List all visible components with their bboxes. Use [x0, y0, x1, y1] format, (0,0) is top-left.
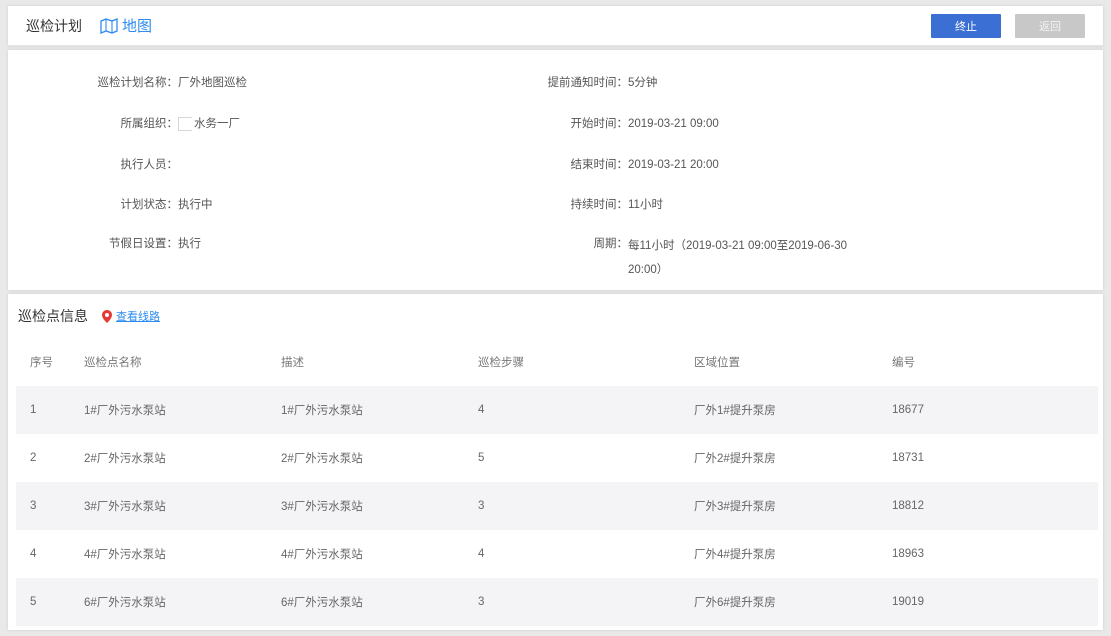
cell-code: 18731 [892, 452, 924, 464]
cell-area: 厂外4#提升泵房 [694, 549, 776, 561]
info-row-start-time: 开始时间： 2019-03-21 09:00 [508, 114, 719, 134]
view-route-link[interactable]: 查看线路 [102, 308, 160, 324]
info-label: 所属组织： [120, 118, 179, 130]
info-label: 持续时间： [570, 199, 629, 211]
info-label: 开始时间： [570, 118, 629, 130]
table-header-row: 序号 巡检点名称 描述 巡检步骤 区域位置 编号 [16, 338, 1098, 386]
points-title: 巡检点信息 [18, 308, 88, 324]
cell-name: 3#厂外污水泵站 [70, 482, 267, 530]
cell-code: 18677 [878, 386, 1098, 434]
cell-name: 2#厂外污水泵站 [84, 453, 166, 465]
map-link[interactable]: 地图 [100, 15, 152, 36]
table-row[interactable]: 1 1#厂外污水泵站 1#厂外污水泵站 4 厂外1#提升泵房 18677 [16, 386, 1098, 434]
info-label: 执行人员： [120, 159, 179, 171]
cell-description: 4#厂外污水泵站 [281, 549, 363, 561]
cell-index: 1 [16, 386, 70, 434]
page-header: 巡检计划 地图 终止 返回 [8, 6, 1103, 46]
page-title: 巡检计划 [26, 17, 82, 34]
table-row[interactable]: 4 4#厂外污水泵站 4#厂外污水泵站 4 厂外4#提升泵房 18963 [16, 530, 1098, 578]
cell-area: 厂外6#提升泵房 [680, 578, 878, 626]
notice-time-value: 5分钟 [628, 77, 658, 89]
info-label: 节假日设置： [109, 238, 178, 250]
duration-value: 11小时 [628, 199, 663, 211]
plan-status-value: 执行中 [178, 199, 213, 211]
cell-area: 厂外2#提升泵房 [694, 453, 776, 465]
cell-area: 厂外3#提升泵房 [680, 482, 878, 530]
return-button[interactable]: 返回 [1015, 13, 1085, 38]
map-icon [100, 17, 118, 34]
table-row[interactable]: 2 2#厂外污水泵站 2#厂外污水泵站 5 厂外2#提升泵房 18731 [16, 434, 1098, 482]
info-label: 计划状态： [120, 199, 179, 211]
info-row-holiday: 节假日设置： 执行 [8, 234, 201, 254]
info-row-cycle: 周期： 每11小时（2019-03-21 09:00至2019-06-30 20… [508, 234, 878, 282]
points-table: 序号 巡检点名称 描述 巡检步骤 区域位置 编号 1 1#厂外污水泵站 1#厂外… [16, 338, 1098, 626]
cell-index: 3 [16, 482, 70, 530]
cell-index: 5 [16, 578, 70, 626]
info-row-executor: 执行人员： [8, 155, 179, 175]
map-link-label: 地图 [122, 18, 153, 35]
inspection-points-section: 巡检点信息 查看线路 序号 巡检点名称 描述 巡检步骤 区域位置 编号 1 1#… [8, 294, 1103, 630]
info-row-plan-name: 巡检计划名称： 厂外地图巡检 [8, 73, 248, 93]
cell-steps: 3 [464, 578, 680, 626]
column-header-name: 巡检点名称 [84, 357, 142, 369]
cycle-value: 每11小时（2019-03-21 09:00至2019-06-30 20:00） [628, 240, 848, 276]
holiday-value: 执行 [178, 238, 201, 250]
header-actions: 终止 返回 [931, 13, 1085, 38]
cell-code: 19019 [878, 578, 1098, 626]
cell-description: 6#厂外污水泵站 [267, 578, 464, 626]
plan-info-section: 巡检计划名称： 厂外地图巡检 所属组织： 水务一厂 执行人员： 计划状态： 执行… [8, 50, 1103, 290]
column-header-code: 编号 [892, 357, 915, 369]
cell-description: 3#厂外污水泵站 [267, 482, 464, 530]
plan-name-value: 厂外地图巡检 [178, 77, 247, 89]
end-time-value: 2019-03-21 20:00 [628, 159, 719, 171]
cell-name: 6#厂外污水泵站 [70, 578, 267, 626]
info-label: 巡检计划名称： [97, 77, 179, 89]
redacted-mark [178, 116, 192, 131]
info-row-plan-status: 计划状态： 执行中 [8, 195, 213, 215]
stop-button[interactable]: 终止 [931, 13, 1001, 38]
cell-name: 4#厂外污水泵站 [84, 549, 166, 561]
info-row-duration: 持续时间： 11小时 [508, 195, 663, 215]
cell-description: 1#厂外污水泵站 [267, 386, 464, 434]
info-label: 提前通知时间： [547, 77, 629, 89]
cell-index: 2 [30, 452, 37, 464]
cell-code: 18963 [892, 548, 924, 560]
location-pin-icon [102, 309, 112, 323]
cell-steps: 5 [478, 452, 485, 464]
cell-index: 4 [30, 548, 37, 560]
cell-name: 1#厂外污水泵站 [70, 386, 267, 434]
info-row-organization: 所属组织： 水务一厂 [8, 114, 240, 134]
points-header: 巡检点信息 查看线路 [8, 294, 1103, 338]
cell-description: 2#厂外污水泵站 [281, 453, 363, 465]
info-row-notice-time: 提前通知时间： 5分钟 [508, 73, 658, 93]
info-row-end-time: 结束时间： 2019-03-21 20:00 [508, 155, 719, 175]
start-time-value: 2019-03-21 09:00 [628, 118, 719, 130]
column-header-steps: 巡检步骤 [478, 357, 524, 369]
column-header-description: 描述 [281, 357, 304, 369]
cell-steps: 4 [464, 386, 680, 434]
organization-value: 水务一厂 [178, 114, 240, 134]
info-label: 结束时间： [570, 159, 629, 171]
column-header-area: 区域位置 [694, 357, 740, 369]
cell-steps: 3 [464, 482, 680, 530]
cell-area: 厂外1#提升泵房 [680, 386, 878, 434]
table-row[interactable]: 3 3#厂外污水泵站 3#厂外污水泵站 3 厂外3#提升泵房 18812 [16, 482, 1098, 530]
view-route-label: 查看线路 [116, 311, 160, 323]
table-row[interactable]: 5 6#厂外污水泵站 6#厂外污水泵站 3 厂外6#提升泵房 19019 [16, 578, 1098, 626]
info-label: 周期： [593, 238, 629, 250]
cell-steps: 4 [478, 548, 485, 560]
column-header-index: 序号 [30, 357, 53, 369]
cell-code: 18812 [878, 482, 1098, 530]
